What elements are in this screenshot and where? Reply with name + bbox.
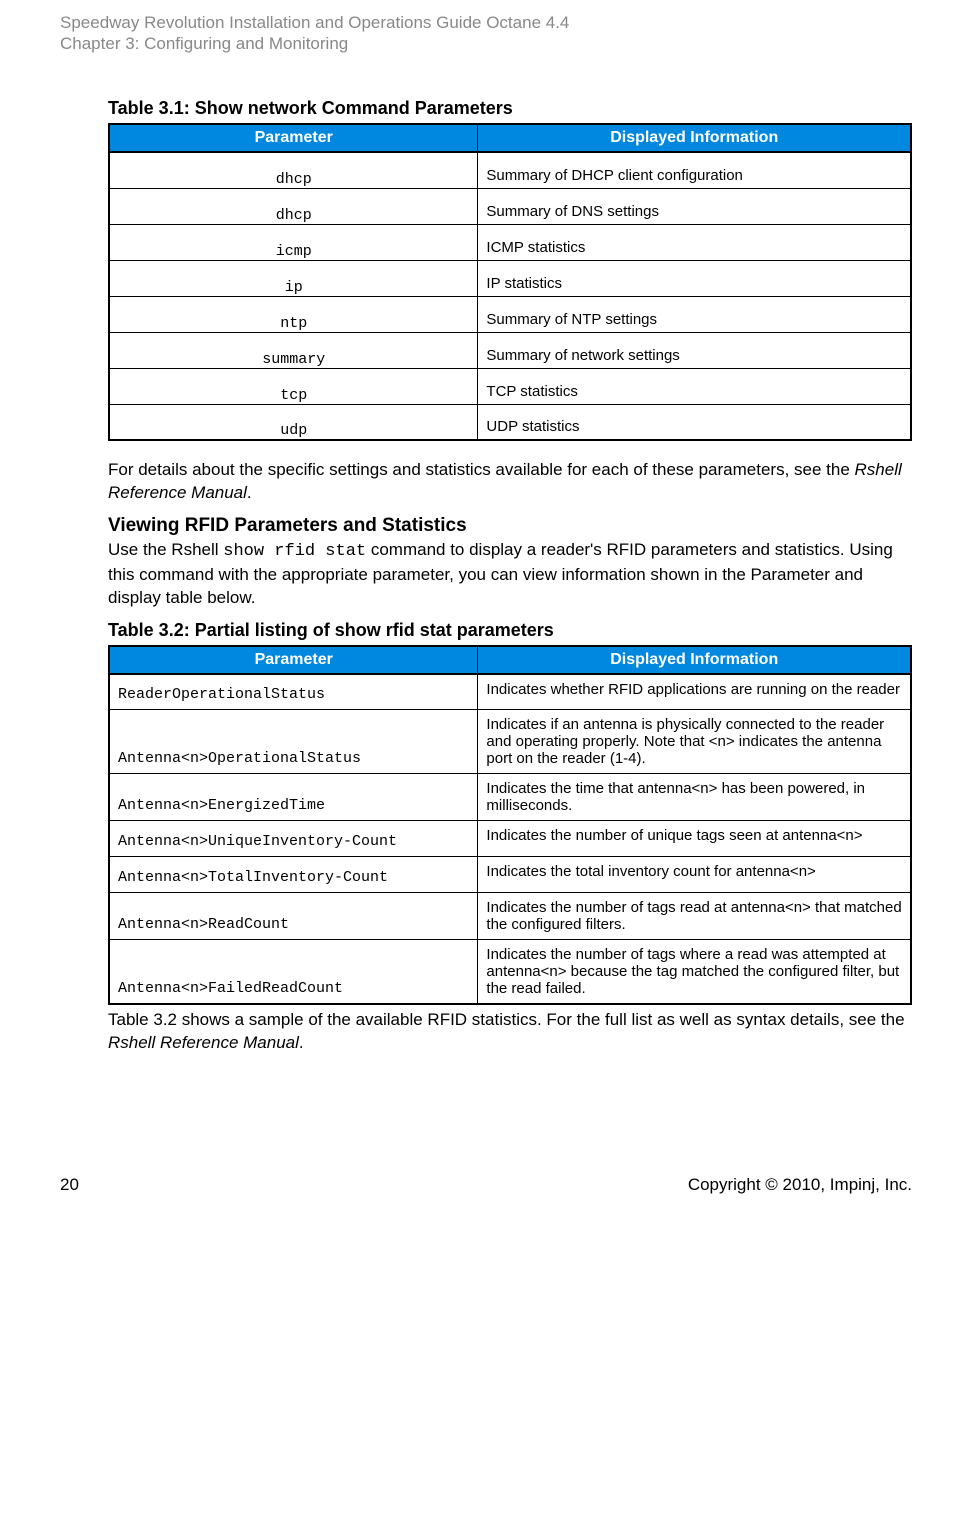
parameter-cell: Antenna<n>ReadCount <box>109 893 478 940</box>
page-number: 20 <box>60 1175 79 1195</box>
table-row: Antenna<n>TotalInventory-CountIndicates … <box>109 857 911 893</box>
paragraph-show-rfid: Use the Rshell show rfid stat command to… <box>108 539 912 610</box>
doc-title: Speedway Revolution Installation and Ope… <box>60 12 912 34</box>
parameter-cell: tcp <box>109 368 478 404</box>
description-cell: UDP statistics <box>478 404 911 440</box>
table-3-2: Parameter Displayed Information ReaderOp… <box>108 645 912 1006</box>
paragraph-details: For details about the specific settings … <box>108 459 912 505</box>
table-3-1-caption: Table 3.1: Show network Command Paramete… <box>108 98 912 119</box>
parameter-cell: ip <box>109 260 478 296</box>
parameter-cell: Antenna<n>TotalInventory-Count <box>109 857 478 893</box>
text: . <box>299 1033 304 1052</box>
description-cell: Indicates the time that antenna<n> has b… <box>478 774 911 821</box>
parameter-cell: ReaderOperationalStatus <box>109 674 478 710</box>
table-3-1-header-info: Displayed Information <box>478 124 911 152</box>
table-row: ReaderOperationalStatusIndicates whether… <box>109 674 911 710</box>
parameter-cell: Antenna<n>UniqueInventory-Count <box>109 821 478 857</box>
parameter-cell: Antenna<n>EnergizedTime <box>109 774 478 821</box>
description-cell: Indicates the total inventory count for … <box>478 857 911 893</box>
table-3-1: Parameter Displayed Information dhcpSumm… <box>108 123 912 441</box>
description-cell: Summary of DHCP client configuration <box>478 152 911 188</box>
description-cell: IP statistics <box>478 260 911 296</box>
parameter-cell: Antenna<n>FailedReadCount <box>109 940 478 1005</box>
table-row: Antenna<n>UniqueInventory-CountIndicates… <box>109 821 911 857</box>
table-row: Antenna<n>OperationalStatusIndicates if … <box>109 710 911 774</box>
text: Table 3.2 shows a sample of the availabl… <box>108 1010 905 1029</box>
table-row: icmpICMP statistics <box>109 224 911 260</box>
description-cell: Indicates the number of unique tags seen… <box>478 821 911 857</box>
chapter-title: Chapter 3: Configuring and Monitoring <box>60 34 912 54</box>
subheading-rfid-params: Viewing RFID Parameters and Statistics <box>108 515 912 537</box>
description-cell: Indicates the number of tags where a rea… <box>478 940 911 1005</box>
description-cell: Summary of network settings <box>478 332 911 368</box>
table-row: ntpSummary of NTP settings <box>109 296 911 332</box>
text: Use the Rshell <box>108 540 223 559</box>
table-row: dhcpSummary of DNS settings <box>109 188 911 224</box>
table-row: Antenna<n>ReadCountIndicates the number … <box>109 893 911 940</box>
table-row: Antenna<n>EnergizedTimeIndicates the tim… <box>109 774 911 821</box>
table-row: summarySummary of network settings <box>109 332 911 368</box>
page-footer: 20 Copyright © 2010, Impinj, Inc. <box>60 1175 912 1195</box>
description-cell: TCP statistics <box>478 368 911 404</box>
description-cell: ICMP statistics <box>478 224 911 260</box>
text: For details about the specific settings … <box>108 460 855 479</box>
table-row: ipIP statistics <box>109 260 911 296</box>
table-row: tcpTCP statistics <box>109 368 911 404</box>
table-3-2-caption: Table 3.2: Partial listing of show rfid … <box>108 620 912 641</box>
parameter-cell: summary <box>109 332 478 368</box>
parameter-cell: dhcp <box>109 152 478 188</box>
table-3-2-header-parameter: Parameter <box>109 646 478 674</box>
description-cell: Indicates if an antenna is physically co… <box>478 710 911 774</box>
description-cell: Summary of DNS settings <box>478 188 911 224</box>
table-row: Antenna<n>FailedReadCountIndicates the n… <box>109 940 911 1005</box>
parameter-cell: Antenna<n>OperationalStatus <box>109 710 478 774</box>
parameter-cell: dhcp <box>109 188 478 224</box>
rshell-ref-italic: Rshell Reference Manual <box>108 1033 299 1052</box>
table-3-1-header-parameter: Parameter <box>109 124 478 152</box>
parameter-cell: udp <box>109 404 478 440</box>
description-cell: Indicates whether RFID applications are … <box>478 674 911 710</box>
parameter-cell: ntp <box>109 296 478 332</box>
table-3-2-header-info: Displayed Information <box>478 646 911 674</box>
paragraph-table-3-2-note: Table 3.2 shows a sample of the availabl… <box>108 1009 912 1055</box>
description-cell: Indicates the number of tags read at ant… <box>478 893 911 940</box>
copyright: Copyright © 2010, Impinj, Inc. <box>688 1175 912 1195</box>
table-row: dhcpSummary of DHCP client configuration <box>109 152 911 188</box>
text: . <box>247 483 252 502</box>
show-rfid-stat-command: show rfid stat <box>223 542 366 561</box>
parameter-cell: icmp <box>109 224 478 260</box>
description-cell: Summary of NTP settings <box>478 296 911 332</box>
table-row: udpUDP statistics <box>109 404 911 440</box>
